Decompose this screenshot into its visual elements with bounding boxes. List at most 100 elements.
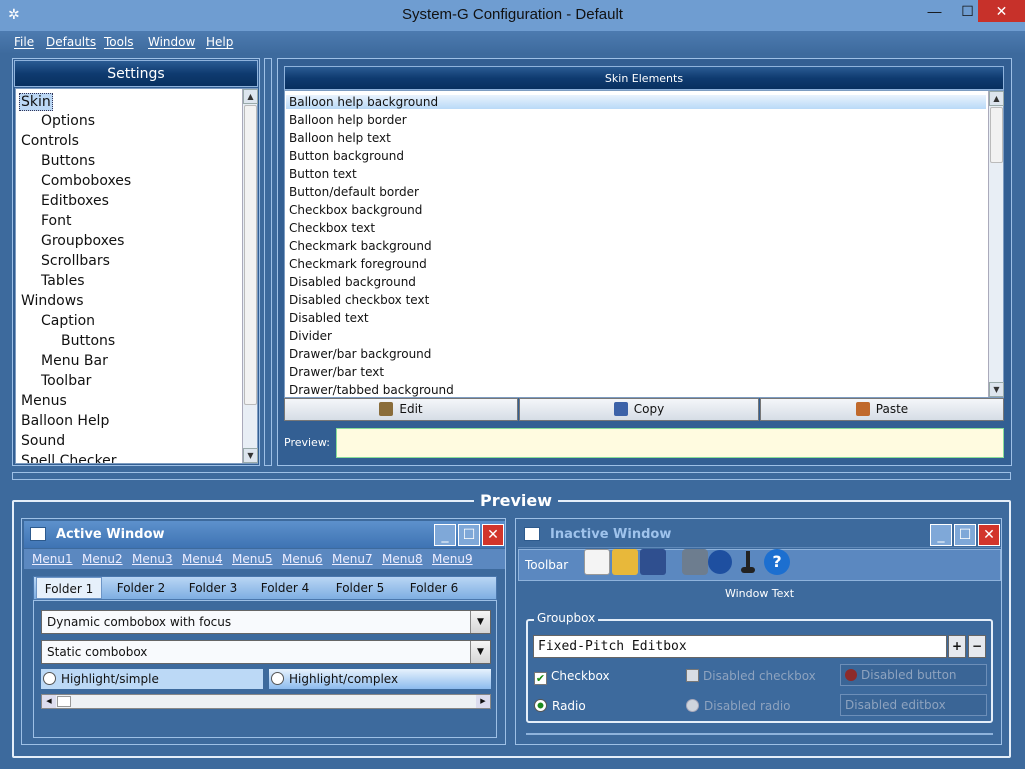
open-folder-icon[interactable] [612,549,638,575]
splitter[interactable] [264,58,272,466]
horizontal-divider[interactable] [12,472,1011,480]
preview-menu-6[interactable]: Menu6 [282,552,323,566]
preview-maximize-icon[interactable]: ☐ [954,524,976,546]
preview-menu-7[interactable]: Menu7 [332,552,373,566]
tree-item[interactable]: Toolbar [41,373,91,389]
tab-folder-1[interactable]: Folder 1 [36,577,102,599]
list-item[interactable]: Button background [289,149,404,163]
scroll-thumb[interactable] [57,696,71,707]
save-icon[interactable] [640,549,666,575]
list-item[interactable]: Checkbox background [289,203,422,217]
tree-item[interactable]: Skin [19,93,53,111]
list-item[interactable]: Drawer/bar background [289,347,431,361]
list-item[interactable]: Divider [289,329,332,343]
list-item[interactable]: Balloon help text [289,131,391,145]
preview-close-icon[interactable]: ✕ [978,524,1000,546]
tree-item[interactable]: Comboboxes [41,173,131,189]
preview-maximize-icon[interactable]: ☐ [458,524,480,546]
tree-item[interactable]: Editboxes [41,193,109,209]
preview-menu-5[interactable]: Menu5 [232,552,273,566]
scroll-right-icon[interactable]: ▶ [476,695,490,708]
scroll-up-icon[interactable]: ▲ [243,89,258,104]
horizontal-scrollbar[interactable]: ◀ ▶ [41,694,491,709]
preview-minimize-icon[interactable]: _ [434,524,456,546]
list-item[interactable]: Balloon help background [286,95,986,109]
tab-folder-4[interactable]: Folder 4 [252,577,318,599]
list-item[interactable]: Balloon help border [289,113,407,127]
dynamic-combobox[interactable]: Dynamic combobox with focus ▼ [41,610,491,634]
close-button[interactable]: ✕ [978,0,1025,22]
checkbox[interactable]: ✔ Checkbox [534,669,610,685]
edit-button[interactable]: Edit [284,398,518,421]
tree-item[interactable]: Groupboxes [41,233,124,249]
minimize-button[interactable]: — [918,0,951,22]
scroll-down-icon[interactable]: ▼ [243,448,258,463]
preview-menu-2[interactable]: Menu2 [82,552,123,566]
preview-menu-1[interactable]: Menu1 [32,552,73,566]
preview-close-icon[interactable]: ✕ [482,524,504,546]
tree-item[interactable]: Font [41,213,71,229]
tree-item[interactable]: Scrollbars [41,253,110,269]
tree-item[interactable]: Windows [21,293,84,309]
list-item[interactable]: Button/default border [289,185,419,199]
paste-button[interactable]: Paste [760,398,1004,421]
tree-item[interactable]: Caption [41,313,95,329]
tab-folder-5[interactable]: Folder 5 [326,577,394,599]
preview-menu-9[interactable]: Menu9 [432,552,473,566]
highlight-complex-radio[interactable]: Highlight/complex [269,669,491,689]
preview-menu-8[interactable]: Menu8 [382,552,423,566]
joystick-icon[interactable] [738,549,758,575]
list-item[interactable]: Checkbox text [289,221,375,235]
minus-button[interactable]: − [968,635,986,658]
settings-scrollbar[interactable]: ▲ ▼ [242,89,258,463]
scroll-down-icon[interactable]: ▼ [989,382,1004,397]
list-item[interactable]: Checkmark foreground [289,257,427,271]
skin-elements-list[interactable]: Balloon help background Balloon help bord… [284,90,1004,398]
menu-defaults[interactable]: Defaults [46,35,96,49]
highlight-simple-radio[interactable]: Highlight/simple [41,669,263,689]
copy-button[interactable]: Copy [519,398,759,421]
tree-item[interactable]: Buttons [41,153,95,169]
radio-button[interactable]: Radio [534,699,586,713]
new-document-icon[interactable] [584,549,610,575]
list-item[interactable]: Drawer/bar text [289,365,384,379]
tab-folder-2[interactable]: Folder 2 [108,577,174,599]
scroll-thumb[interactable] [990,107,1003,163]
preview-menu-4[interactable]: Menu4 [182,552,223,566]
chevron-down-icon[interactable]: ▼ [470,611,490,633]
tree-item[interactable]: Spell Checker [21,453,117,463]
tree-item[interactable]: Menus [21,393,67,409]
tab-folder-3[interactable]: Folder 3 [180,577,246,599]
menu-tools[interactable]: Tools [104,35,134,49]
scroll-up-icon[interactable]: ▲ [989,91,1004,106]
tree-item[interactable]: Buttons [61,333,115,349]
tree-item[interactable]: Options [41,113,95,129]
menu-file[interactable]: File [14,35,34,49]
list-item[interactable]: Drawer/tabbed background [289,383,454,397]
fixed-pitch-editbox[interactable]: Fixed-Pitch Editbox [533,635,947,658]
list-item[interactable]: Disabled text [289,311,369,325]
list-item[interactable]: Checkmark background [289,239,432,253]
cart-icon[interactable] [682,549,708,575]
tree-item[interactable]: Menu Bar [41,353,108,369]
list-item[interactable]: Disabled checkbox text [289,293,429,307]
menu-help[interactable]: Help [206,35,233,49]
preview-minimize-icon[interactable]: _ [930,524,952,546]
chevron-down-icon[interactable]: ▼ [470,641,490,663]
list-item[interactable]: Disabled background [289,275,416,289]
tab-folder-6[interactable]: Folder 6 [400,577,468,599]
tree-item[interactable]: Controls [21,133,79,149]
plus-button[interactable]: + [948,635,966,658]
refresh-icon[interactable] [708,550,732,574]
list-item[interactable]: Button text [289,167,357,181]
help-icon[interactable]: ? [764,549,790,575]
scroll-thumb[interactable] [244,105,257,405]
skin-list-scrollbar[interactable]: ▲ ▼ [988,91,1004,397]
preview-menu-3[interactable]: Menu3 [132,552,173,566]
scroll-left-icon[interactable]: ◀ [42,695,56,708]
settings-tree[interactable]: Skin Options Controls Buttons Comboboxes Edit… [15,88,258,464]
menu-window[interactable]: Window [148,35,195,49]
tree-item[interactable]: Tables [41,273,85,289]
static-combobox[interactable]: Static combobox ▼ [41,640,491,664]
tree-item[interactable]: Sound [21,433,65,449]
